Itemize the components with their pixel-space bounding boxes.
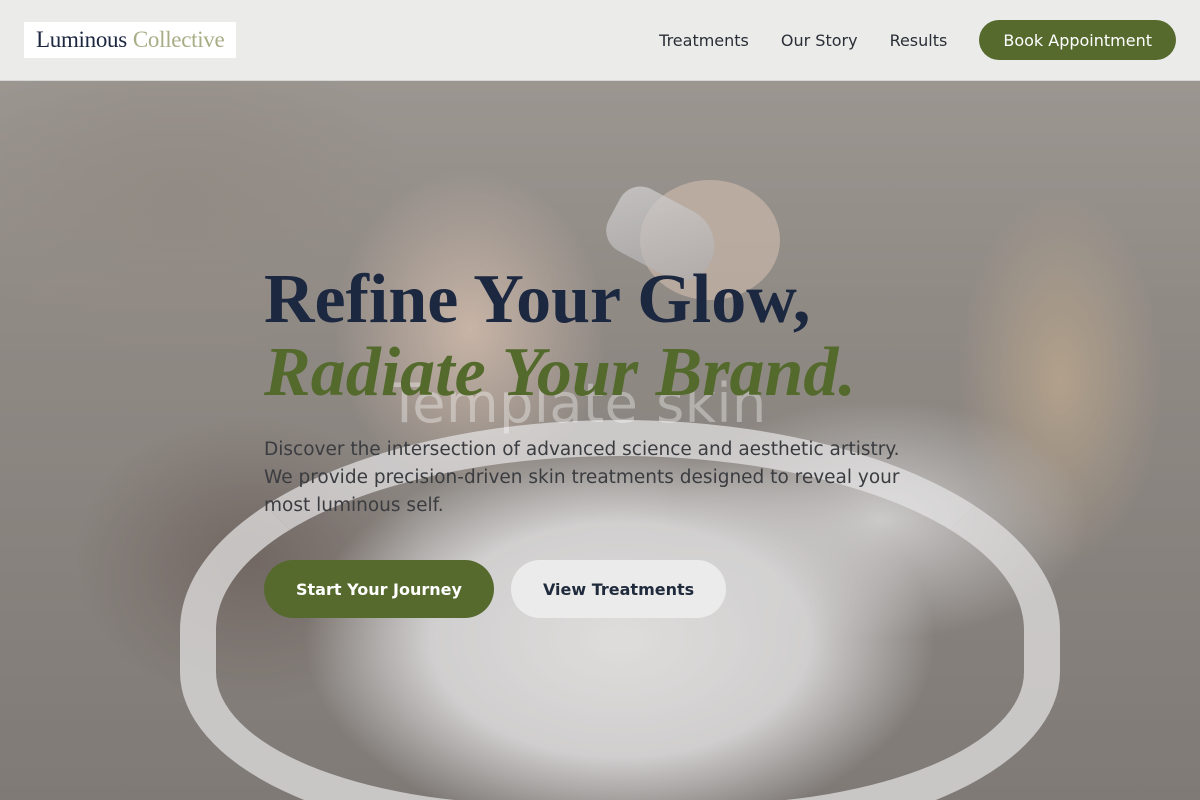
nav-link-our-story[interactable]: Our Story [781, 31, 858, 50]
view-treatments-button[interactable]: View Treatments [510, 560, 727, 618]
hero-description: Discover the intersection of advanced sc… [264, 439, 900, 516]
logo-primary-text: Luminous [36, 27, 127, 52]
hero-content: Refine Your Glow, Radiate Your Brand. Di… [264, 264, 944, 618]
logo[interactable]: Luminous Collective [24, 22, 237, 58]
hero-headline-line-1: Refine Your Glow, [264, 261, 811, 338]
hero-headline-line-2: Radiate Your Brand. [264, 334, 856, 411]
book-appointment-button[interactable]: Book Appointment [979, 20, 1176, 60]
hero-actions: Start Your Journey View Treatments [264, 560, 944, 618]
nav-link-results[interactable]: Results [890, 31, 948, 50]
main-nav: Treatments Our Story Results Book Appoin… [659, 20, 1176, 60]
site-header: Luminous Collective Treatments Our Story… [0, 0, 1200, 81]
start-journey-button[interactable]: Start Your Journey [264, 560, 494, 618]
logo-accent-text: Collective [132, 27, 225, 52]
nav-link-treatments[interactable]: Treatments [659, 31, 749, 50]
hero-headline: Refine Your Glow, Radiate Your Brand. [264, 264, 944, 410]
